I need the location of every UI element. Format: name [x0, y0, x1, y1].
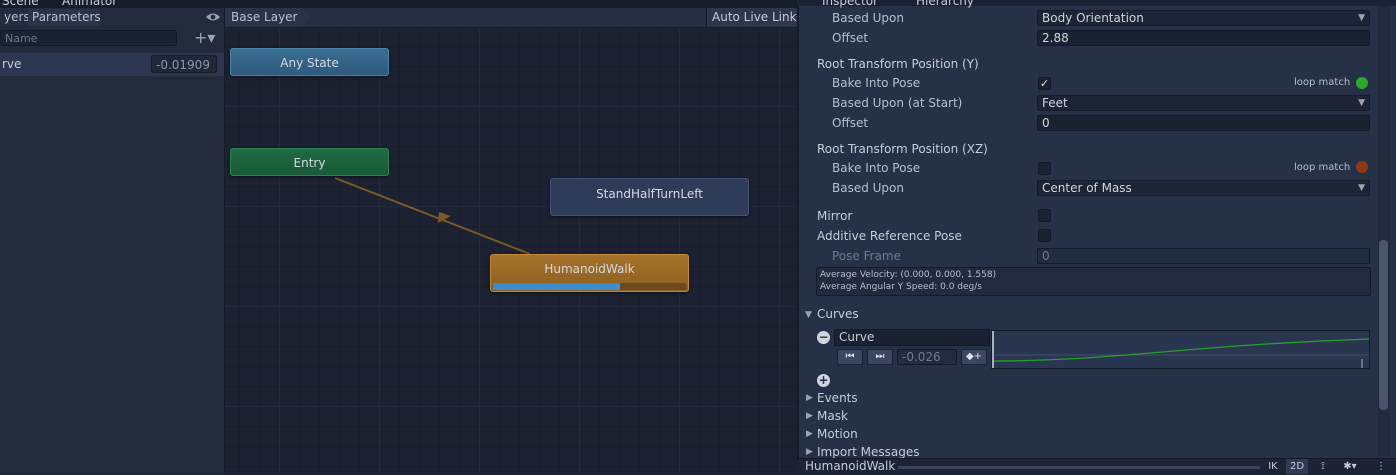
offset-y-label: Offset: [832, 116, 869, 130]
entry-node[interactable]: Entry: [230, 148, 389, 176]
add-parameter-button[interactable]: +▾: [194, 29, 220, 47]
offset-field[interactable]: 2.88: [1037, 30, 1370, 46]
offset-y-field[interactable]: 0: [1037, 115, 1370, 131]
based-upon-value: Body Orientation: [1042, 11, 1144, 25]
loop-match-y-indicator: [1356, 77, 1368, 89]
import-messages-header[interactable]: Import Messages: [817, 445, 920, 459]
preview-title: HumanoidWalk: [805, 459, 896, 473]
previous-key-icon[interactable]: ⏮: [837, 349, 863, 365]
based-upon-dropdown[interactable]: Body Orientation ▼: [1037, 10, 1370, 26]
eye-icon[interactable]: [205, 9, 221, 25]
pivot-icon[interactable]: ⟟: [1312, 459, 1334, 474]
bake-y-checkbox[interactable]: ✓: [1038, 77, 1051, 90]
based-upon-xz-label: Based Upon: [832, 181, 904, 195]
additive-reference-pose-label: Additive Reference Pose: [817, 229, 962, 243]
curve-name: Curve: [839, 330, 875, 344]
2d-toggle[interactable]: 2D: [1286, 459, 1308, 474]
bake-xz-label: Bake Into Pose: [832, 161, 921, 175]
average-angular-speed-text: Average Angular Y Speed: 0.0 deg/s: [820, 282, 982, 292]
inspector-scroll-thumb[interactable]: [1379, 240, 1388, 410]
walk-progress-bar: [493, 283, 620, 290]
root-xz-header: Root Transform Position (XZ): [817, 142, 988, 156]
motion-foldout-icon[interactable]: ▶: [806, 429, 813, 439]
parameter-search-input[interactable]: Name: [0, 30, 177, 46]
pose-frame-label: Pose Frame: [832, 249, 901, 263]
add-key-icon[interactable]: ◆+: [961, 349, 987, 365]
based-upon-xz-dropdown[interactable]: Center of Mass ▼: [1037, 180, 1370, 196]
based-upon-label: Based Upon: [832, 11, 904, 25]
curves-header[interactable]: Curves: [817, 307, 859, 321]
avatar-icon[interactable]: ✱▾: [1338, 459, 1362, 474]
ik-toggle[interactable]: IK: [1264, 459, 1282, 474]
inspector-tab-strip: [797, 0, 1396, 6]
add-curve-icon[interactable]: +: [817, 374, 830, 387]
additive-reference-pose-checkbox[interactable]: [1038, 229, 1051, 242]
mask-foldout-icon[interactable]: ▶: [806, 411, 813, 421]
import-messages-foldout-icon[interactable]: ▶: [806, 447, 813, 457]
events-foldout-icon[interactable]: ▶: [806, 393, 813, 403]
curve-preview-graph[interactable]: [991, 330, 1370, 369]
mirror-label: Mirror: [817, 209, 853, 223]
based-upon-start-value: Feet: [1042, 96, 1068, 110]
dropdown-caret-icon: ▼: [1358, 13, 1365, 23]
remove-curve-icon[interactable]: −: [817, 331, 830, 344]
mask-header[interactable]: Mask: [817, 409, 848, 423]
bake-xz-checkbox[interactable]: [1038, 162, 1051, 175]
based-upon-start-label: Based Upon (at Start): [832, 96, 963, 110]
based-upon-start-dropdown[interactable]: Feet ▼: [1037, 95, 1370, 111]
next-key-icon[interactable]: ⏭: [867, 349, 893, 365]
layers-tab[interactable]: yers: [0, 9, 30, 26]
stand-half-turn-left-node[interactable]: StandHalfTurnLeft: [550, 178, 749, 216]
parameter-name: rve: [2, 57, 22, 71]
based-upon-xz-value: Center of Mass: [1042, 181, 1132, 195]
events-header[interactable]: Events: [817, 391, 858, 405]
motion-header[interactable]: Motion: [817, 427, 858, 441]
average-velocity-text: Average Velocity: (0.000, 0.000, 1.558): [820, 270, 997, 280]
hierarchy-tab[interactable]: Hierarchy: [916, 0, 974, 8]
parameters-tab[interactable]: Parameters: [28, 9, 101, 26]
loop-match-xz-label: loop match: [1294, 162, 1351, 173]
curve-line: [993, 338, 1369, 362]
animator-tab[interactable]: Animator: [62, 0, 117, 8]
root-y-header: Root Transform Position (Y): [817, 57, 979, 71]
bake-y-label: Bake Into Pose: [832, 76, 921, 90]
preview-time-slider[interactable]: [898, 466, 1260, 469]
inspector-tab[interactable]: Inspector: [822, 0, 878, 8]
dropdown-caret-icon: ▼: [1358, 183, 1365, 193]
pose-frame-field: 0: [1037, 248, 1370, 264]
scene-tab[interactable]: Scene: [2, 0, 39, 8]
curves-foldout-icon[interactable]: ▼: [805, 310, 812, 320]
offset-label: Offset: [832, 31, 869, 45]
loop-match-y-label: loop match: [1294, 77, 1351, 88]
any-state-node[interactable]: Any State: [230, 48, 389, 76]
parameter-value-field[interactable]: -0.01909: [151, 55, 217, 73]
loop-match-xz-indicator: [1356, 161, 1368, 173]
curve-value-field[interactable]: -0.026: [897, 349, 957, 365]
dropdown-caret-icon: ▼: [1358, 98, 1365, 108]
mirror-checkbox[interactable]: [1038, 209, 1051, 222]
more-options-icon[interactable]: ⋮: [1374, 459, 1388, 474]
